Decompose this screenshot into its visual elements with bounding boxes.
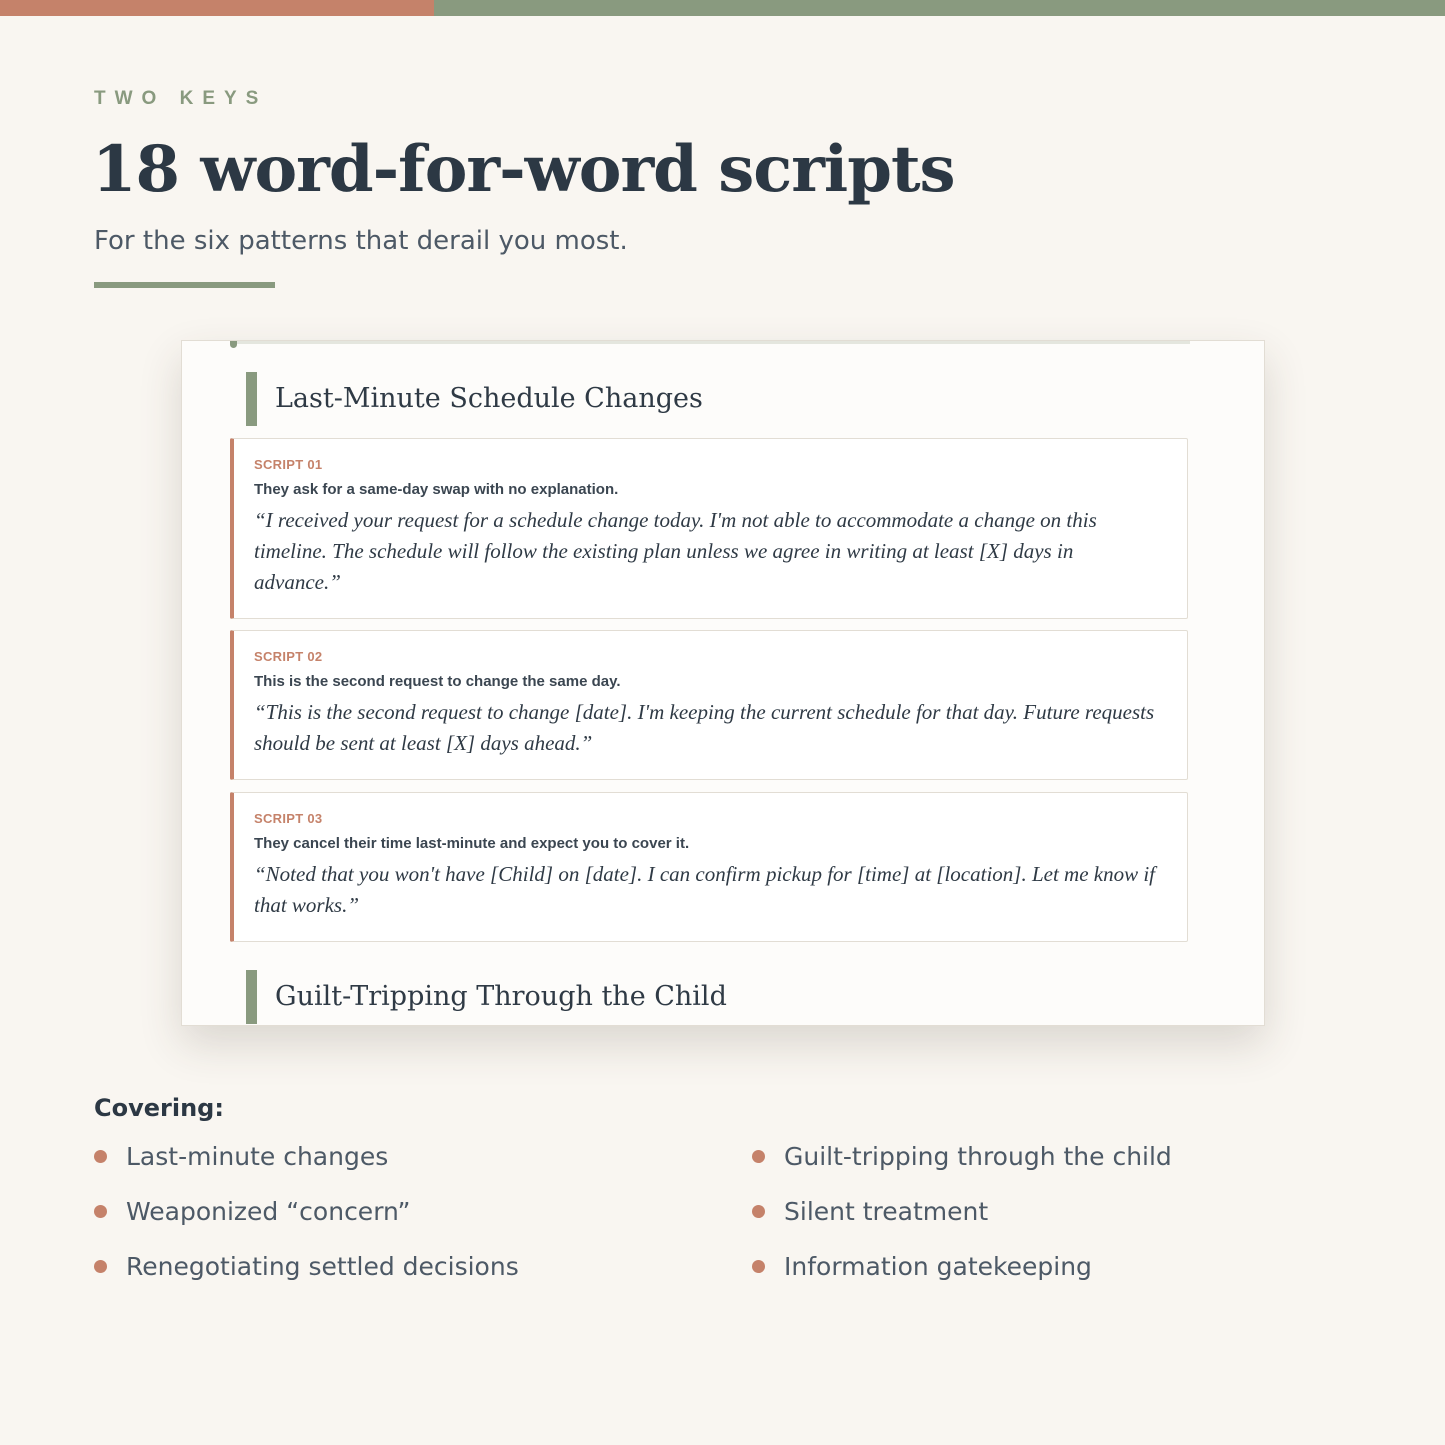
bullet-dot-icon — [94, 1205, 107, 1218]
bullet-dot-icon — [94, 1150, 107, 1163]
covering-item: Silent treatment — [752, 1197, 988, 1226]
covering-item: Weaponized “concern” — [94, 1197, 410, 1226]
section-heading-last-minute: Last-Minute Schedule Changes — [246, 372, 703, 426]
script-quote: “Noted that you won't have [Child] on [d… — [254, 862, 1156, 917]
script-label: SCRIPT 01 — [254, 457, 323, 472]
covering-item: Guilt-tripping through the child — [752, 1142, 1172, 1171]
page-subtitle: For the six patterns that derail you mos… — [94, 226, 628, 256]
script-label: SCRIPT 03 — [254, 811, 323, 826]
top-accent-bar — [0, 0, 1445, 16]
script-quote: “This is the second request to change [d… — [254, 700, 1155, 755]
covering-item-text: Silent treatment — [784, 1197, 989, 1226]
card-top-divider — [236, 341, 1190, 344]
covering-item-text: Renegotiating settled decisions — [126, 1252, 519, 1281]
script-context: This is the second request to change the… — [254, 673, 621, 690]
title-underline — [94, 282, 275, 288]
top-accent-sage — [434, 0, 1445, 16]
page-title: 18 word-for-word scripts — [92, 132, 956, 207]
script-context: They ask for a same-day swap with no exp… — [254, 481, 619, 498]
card-top-marker — [230, 341, 237, 348]
covering-item-text: Guilt-tripping through the child — [784, 1142, 1172, 1171]
bullet-dot-icon — [752, 1260, 765, 1273]
top-accent-terracotta — [0, 0, 434, 16]
bullet-dot-icon — [752, 1205, 765, 1218]
script-card-01: SCRIPT 01 They ask for a same-day swap w… — [230, 438, 1188, 619]
covering-item: Last-minute changes — [94, 1142, 388, 1171]
covering-item-text: Weaponized “concern” — [126, 1197, 411, 1226]
eyebrow-label: TWO KEYS — [94, 88, 268, 109]
covering-item-text: Last-minute changes — [126, 1142, 389, 1171]
covering-item: Information gatekeeping — [752, 1252, 1092, 1281]
covering-label: Covering: — [94, 1094, 224, 1122]
script-label: SCRIPT 02 — [254, 649, 323, 664]
script-context: They cancel their time last-minute and e… — [254, 835, 690, 852]
covering-item: Renegotiating settled decisions — [94, 1252, 519, 1281]
covering-item-text: Information gatekeeping — [784, 1252, 1092, 1281]
script-card-02: SCRIPT 02 This is the second request to … — [230, 630, 1188, 780]
script-card-03: SCRIPT 03 They cancel their time last-mi… — [230, 792, 1188, 942]
bullet-dot-icon — [94, 1260, 107, 1273]
script-quote: “I received your request for a schedule … — [254, 508, 1097, 594]
document-preview-card: Last-Minute Schedule Changes SCRIPT 01 T… — [181, 340, 1265, 1026]
section-heading-guilt-tripping: Guilt-Tripping Through the Child — [246, 970, 727, 1024]
bullet-dot-icon — [752, 1150, 765, 1163]
